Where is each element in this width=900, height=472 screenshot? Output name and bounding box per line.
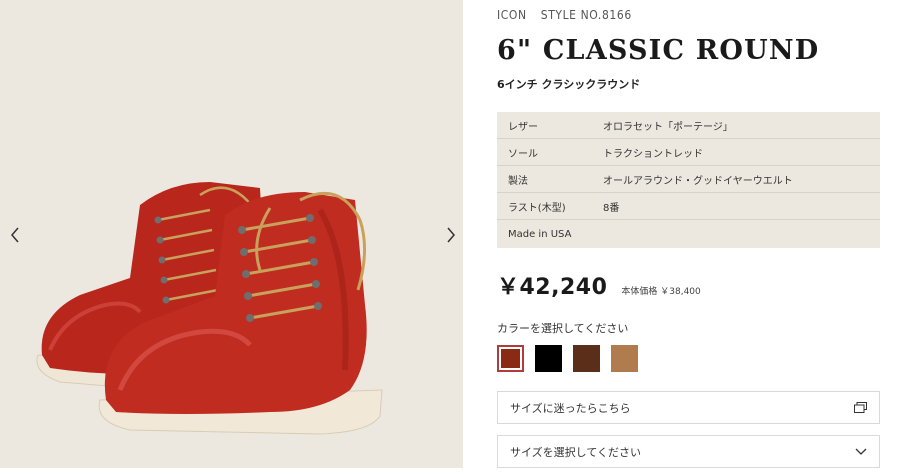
base-price: 本体価格 ￥38,400 [621, 287, 701, 297]
spec-row: 製法 オールアラウンド・グッドイヤーウエルト [497, 166, 880, 193]
spec-row: ラスト(木型) 8番 [497, 193, 880, 220]
external-window-icon [854, 402, 867, 413]
color-swatches [497, 345, 638, 372]
product-image-gallery [0, 0, 463, 468]
color-swatch-brown[interactable] [573, 345, 600, 372]
gallery-next-button[interactable] [438, 222, 463, 248]
spec-key: Made in USA [508, 228, 572, 240]
spec-row: ソール トラクショントレッド [497, 139, 880, 166]
spec-row: レザー オロラセット「ポーテージ」 [497, 112, 880, 139]
style-line: ICON STYLE NO.8166 [497, 8, 632, 22]
chevron-right-icon [447, 227, 455, 243]
product-subtitle: 6インチ クラシックラウンド [497, 78, 641, 91]
size-guide-label: サイズに迷ったらこちら [510, 401, 631, 415]
spec-value: オロラセット「ポーテージ」 [603, 121, 733, 133]
spec-row: Made in USA [497, 220, 880, 248]
gallery-prev-button[interactable] [2, 222, 28, 248]
product-title: 6" CLASSIC ROUND [497, 35, 820, 66]
price-line: ￥42,240 本体価格 ￥38,400 [497, 269, 701, 301]
chevron-down-icon [855, 448, 867, 455]
spec-value: トラクショントレッド [603, 148, 703, 160]
spec-key: ソール [508, 148, 538, 160]
size-select-dropdown[interactable]: サイズを選択してください [497, 435, 880, 468]
color-swatch-red[interactable] [497, 345, 524, 372]
color-swatch-black[interactable] [535, 345, 562, 372]
product-image-boots [36, 182, 383, 435]
spec-value: 8番 [603, 202, 620, 214]
size-select-label: サイズを選択してください [510, 445, 642, 459]
chevron-left-icon [11, 227, 19, 243]
style-number: STYLE NO.8166 [540, 8, 632, 22]
spec-key: 製法 [508, 175, 528, 187]
spec-key: レザー [508, 121, 538, 133]
color-select-label: カラーを選択してください [497, 322, 629, 335]
brand-label: ICON [497, 8, 527, 22]
spec-table: レザー オロラセット「ポーテージ」 ソール トラクショントレッド 製法 オールア… [497, 112, 880, 248]
color-swatch-tan[interactable] [611, 345, 638, 372]
spec-value: オールアラウンド・グッドイヤーウエルト [603, 175, 793, 187]
spec-key: ラスト(木型) [508, 202, 566, 214]
price: ￥42,240 [497, 275, 608, 300]
size-guide-button[interactable]: サイズに迷ったらこちら [497, 391, 880, 424]
